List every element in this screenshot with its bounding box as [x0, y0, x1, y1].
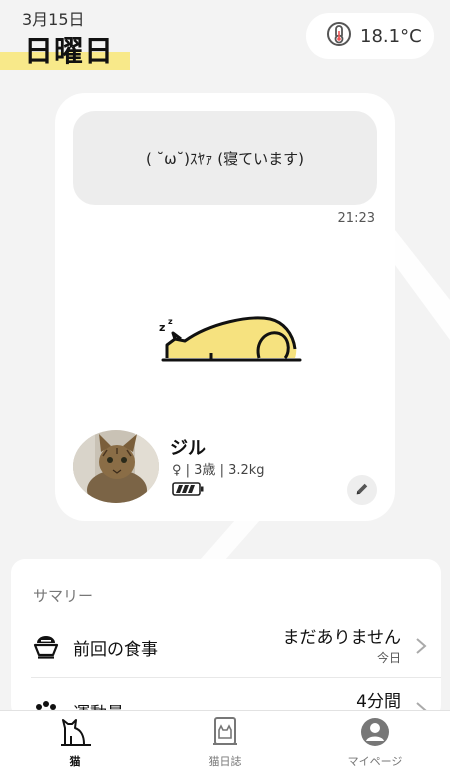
status-message-bubble: ( ˘ω˘)ｽﾔｧ (寝ています) — [73, 111, 377, 205]
svg-text:z: z — [159, 321, 165, 334]
status-time: 21:23 — [337, 211, 375, 226]
cat-status-card: ( ˘ω˘)ｽﾔｧ (寝ています) 21:23 z z ジル ♀ | 3歳 | … — [55, 93, 395, 521]
temperature-value: 18.1°C — [360, 25, 422, 47]
tab-label: 猫日誌 — [208, 755, 242, 768]
tab-label: マイページ — [347, 755, 403, 768]
summary-row-value: 4分間 — [356, 692, 401, 712]
tab-cat-diary[interactable]: 猫日誌 — [150, 711, 300, 768]
cat-name: ジル — [170, 438, 206, 459]
chevron-right-icon — [416, 638, 427, 654]
cat-icon — [61, 719, 91, 746]
edit-profile-button[interactable] — [347, 475, 377, 505]
summary-title: サマリー — [33, 587, 94, 605]
tab-cat[interactable]: 猫 — [0, 711, 150, 768]
summary-divider — [31, 677, 441, 678]
summary-row-last-meal[interactable]: 前回の食事 まだありません 今日 — [11, 615, 441, 677]
weekday-title: 日曜日 — [24, 34, 115, 68]
person-icon — [361, 718, 389, 746]
thermometer-icon — [326, 20, 354, 52]
svg-text:z: z — [168, 317, 173, 326]
date-label: 3月15日 — [22, 10, 85, 29]
food-bowl-icon — [33, 636, 59, 659]
status-message: ( ˘ω˘)ｽﾔｧ (寝ています) — [145, 149, 304, 168]
temperature-widget[interactable]: 18.1°C — [306, 13, 434, 59]
summary-row-label: 前回の食事 — [73, 640, 158, 660]
battery-icon — [172, 482, 204, 496]
pencil-icon — [355, 481, 369, 500]
summary-row-value: まだありません — [282, 628, 402, 648]
bottom-tab-bar: 猫 猫日誌 マイページ — [0, 710, 450, 768]
summary-row-subtext: 今日 — [376, 651, 401, 665]
cat-info: ♀ | 3歳 | 3.2kg — [172, 463, 265, 478]
summary-panel: サマリー 前回の食事 まだありません 今日 運動量 4分間 — [11, 559, 441, 719]
tab-label: 猫 — [69, 755, 81, 768]
tab-my-page[interactable]: マイページ — [300, 711, 450, 768]
sleeping-cat-icon: z z — [159, 316, 302, 362]
cat-avatar[interactable] — [73, 430, 159, 503]
diary-icon — [213, 717, 237, 745]
